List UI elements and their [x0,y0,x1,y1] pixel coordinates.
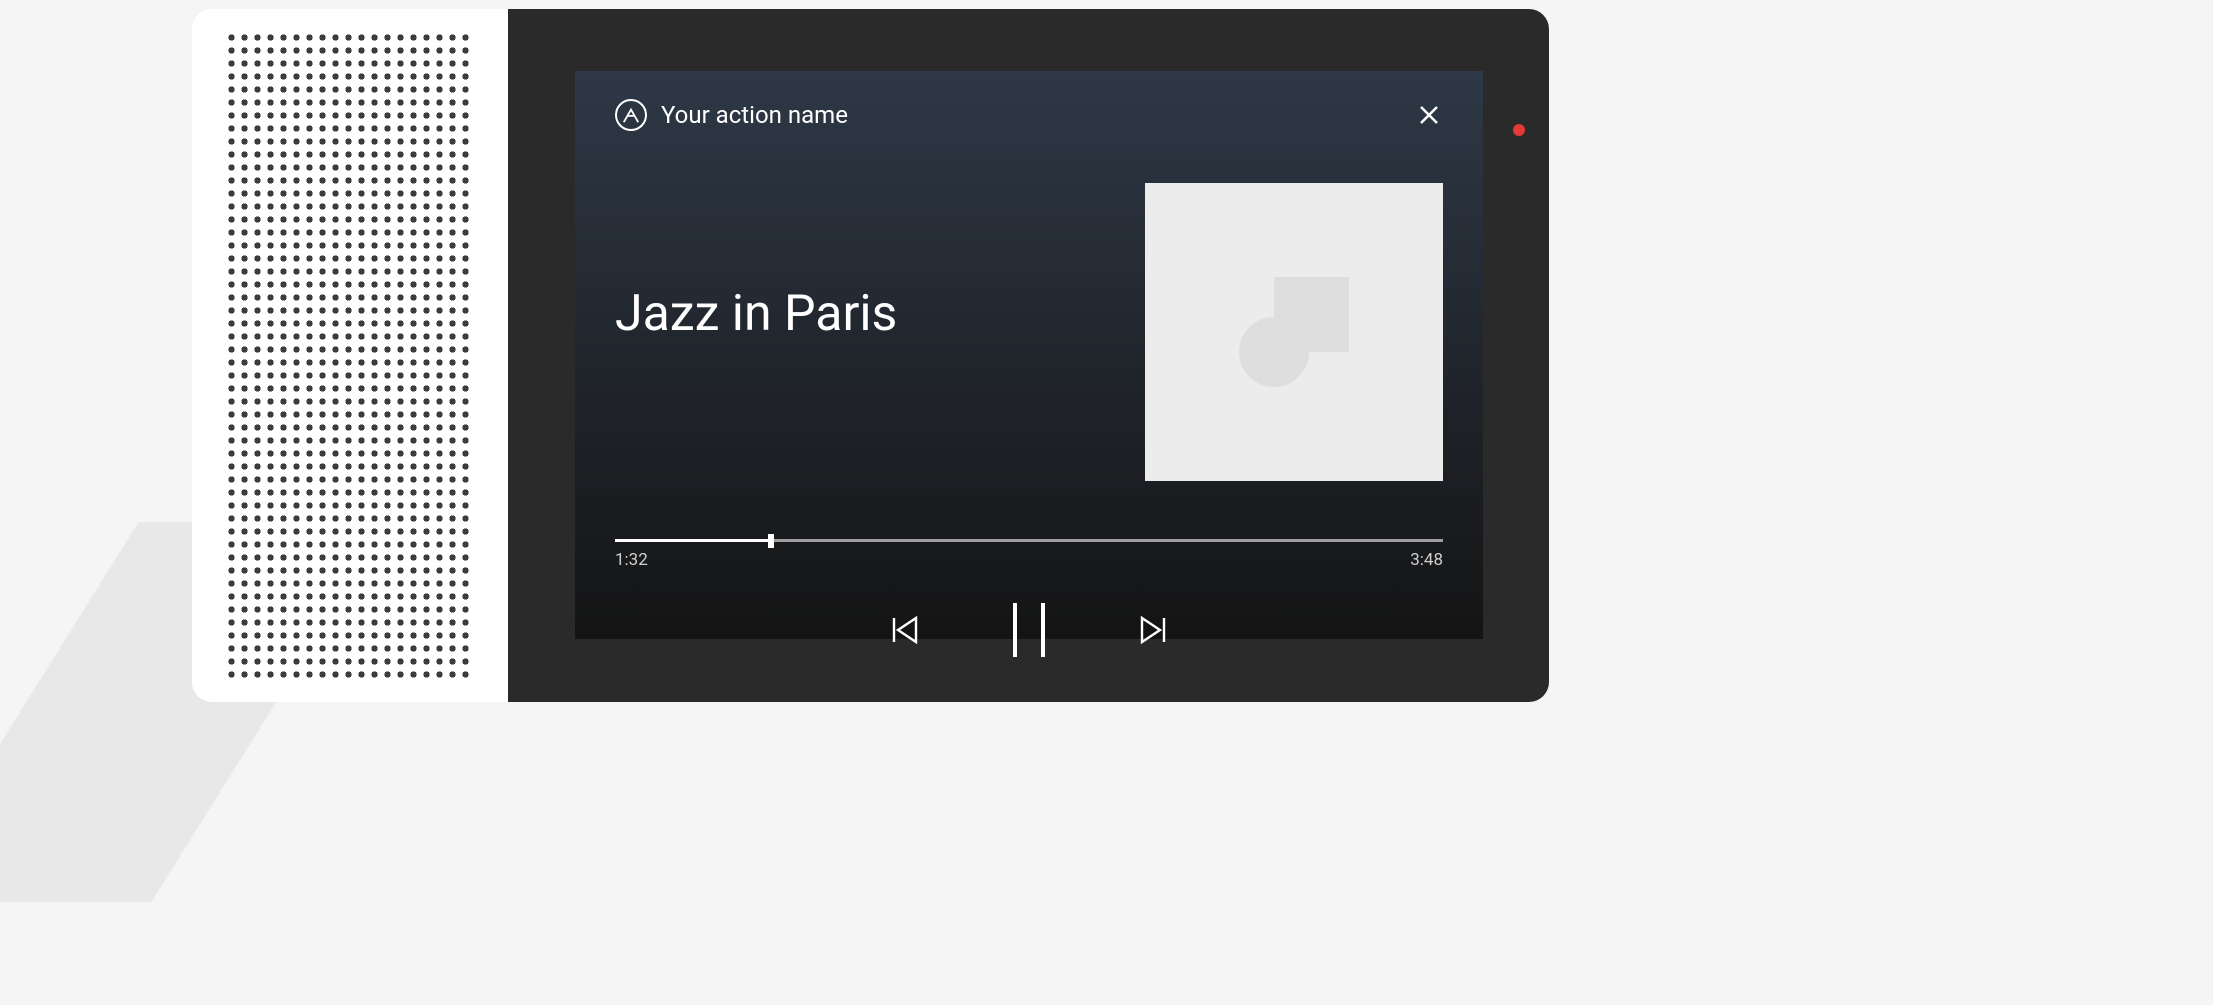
content-row: Jazz in Paris [615,183,1443,481]
skip-next-icon [1137,614,1169,646]
media-player-card: Your action name Jazz in Paris [575,71,1483,639]
skip-previous-button[interactable] [885,610,925,650]
speaker-dots [225,31,475,681]
seek-thumb[interactable] [768,534,774,548]
header-left: Your action name [615,99,848,131]
seek-bar[interactable] [615,539,1443,542]
skip-next-button[interactable] [1133,610,1173,650]
album-art [1145,183,1443,481]
skip-previous-icon [889,614,921,646]
playback-controls [615,602,1443,658]
play-pause-button[interactable] [1007,602,1051,658]
action-name-label: Your action name [661,101,848,129]
image-placeholder-icon [1239,277,1349,387]
close-button[interactable] [1415,101,1443,129]
elapsed-time: 1:32 [615,550,648,570]
track-title: Jazz in Paris [615,285,897,343]
pause-icon [1041,603,1045,657]
close-icon [1418,104,1440,126]
display-screen: Your action name Jazz in Paris [508,9,1549,702]
time-row: 1:32 3:48 [615,550,1443,570]
smart-display-device: Your action name Jazz in Paris [192,9,1549,702]
progress-fill [615,539,771,542]
mic-muted-indicator [1513,124,1525,136]
progress-section: 1:32 3:48 [615,539,1443,570]
card-header: Your action name [615,99,1443,131]
action-logo-icon [615,99,647,131]
pause-icon [1013,603,1017,657]
duration-time: 3:48 [1410,550,1443,570]
speaker-grille [192,9,508,702]
